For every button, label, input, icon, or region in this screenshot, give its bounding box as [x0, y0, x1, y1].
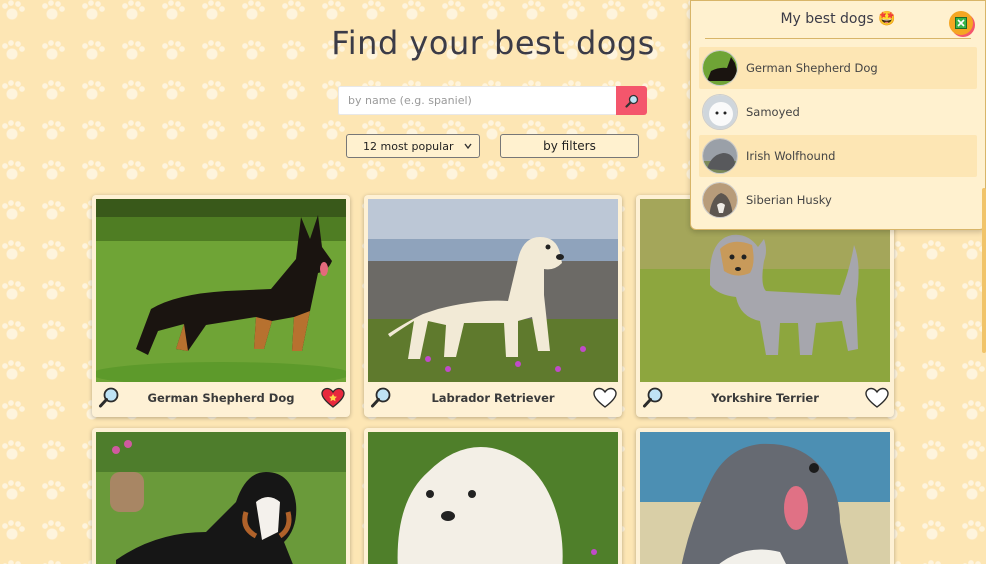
filters-button[interactable]: by filters	[500, 134, 639, 158]
favorite-button[interactable]	[320, 385, 346, 411]
dog-photo[interactable]	[96, 199, 346, 382]
dog-card: German Shepherd Dog	[92, 195, 350, 417]
favorite-button[interactable]	[864, 385, 890, 411]
magnifier-icon	[99, 387, 119, 408]
dog-name: Yorkshire Terrier	[711, 391, 819, 405]
dog-card	[636, 428, 894, 564]
favorite-item[interactable]: Siberian Husky	[699, 179, 977, 221]
magnifier-icon	[371, 387, 391, 408]
magnifier-icon	[624, 94, 638, 108]
dog-photo[interactable]	[96, 432, 346, 564]
zoom-button[interactable]	[640, 385, 666, 411]
favorite-label: Irish Wolfhound	[746, 149, 836, 163]
dog-name: German Shepherd Dog	[147, 391, 295, 405]
dog-photo[interactable]	[368, 432, 618, 564]
dog-card	[92, 428, 350, 564]
dog-thumbnail	[702, 94, 738, 130]
magnifier-icon	[643, 387, 663, 408]
dog-card	[364, 428, 622, 564]
search-input[interactable]	[338, 86, 616, 115]
dog-photo[interactable]	[368, 199, 618, 382]
dog-name: Labrador Retriever	[431, 391, 555, 405]
favorite-button[interactable]	[592, 385, 618, 411]
dog-card: Labrador Retriever	[364, 195, 622, 417]
favorites-panel: My best dogs 🤩 German Shepherd Dog Samoy…	[690, 0, 986, 230]
favorite-item[interactable]: German Shepherd Dog	[699, 47, 977, 89]
dog-thumbnail	[702, 138, 738, 174]
dog-thumbnail	[702, 182, 738, 218]
chevron-down-icon	[464, 143, 472, 150]
sort-select[interactable]: 12 most popular	[346, 134, 480, 158]
dog-thumbnail	[702, 50, 738, 86]
close-icon	[955, 17, 967, 29]
zoom-button[interactable]	[368, 385, 394, 411]
close-favorites-button[interactable]	[949, 11, 973, 35]
panel-divider	[705, 38, 971, 39]
search-bar	[338, 86, 647, 115]
heart-outline-icon	[593, 387, 617, 408]
favorite-label: Siberian Husky	[746, 193, 832, 207]
favorite-item[interactable]: Irish Wolfhound	[699, 135, 977, 177]
sort-select-value: 12 most popular	[363, 139, 454, 153]
page-scrollbar[interactable]	[982, 188, 986, 353]
heart-outline-icon	[865, 387, 889, 408]
search-button[interactable]	[616, 86, 647, 115]
dog-photo[interactable]	[640, 432, 890, 564]
heart-sparkle-icon	[321, 387, 345, 408]
favorite-item[interactable]: Samoyed	[699, 91, 977, 133]
favorites-title: My best dogs 🤩	[780, 11, 896, 27]
favorite-label: Samoyed	[746, 105, 800, 119]
favorite-label: German Shepherd Dog	[746, 61, 878, 75]
zoom-button[interactable]	[96, 385, 122, 411]
